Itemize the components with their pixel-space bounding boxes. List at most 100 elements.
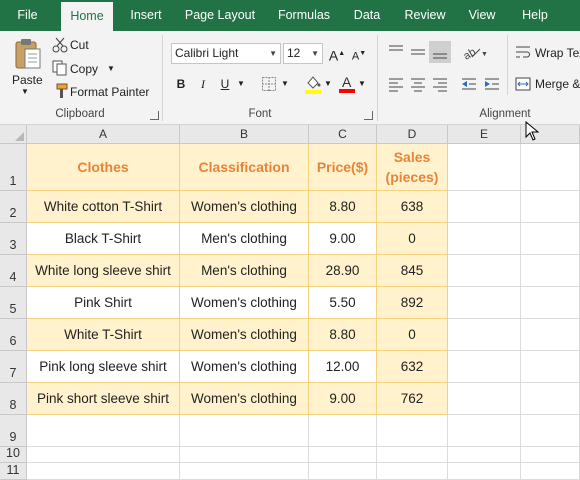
empty-cell[interactable] bbox=[309, 447, 377, 463]
empty-cell[interactable] bbox=[448, 351, 521, 383]
cut-icon[interactable] bbox=[52, 37, 68, 56]
empty-cell[interactable] bbox=[448, 415, 521, 447]
tab-data[interactable]: Data bbox=[345, 0, 389, 31]
empty-cell[interactable] bbox=[448, 447, 521, 463]
header-cell[interactable]: Sales (pieces) bbox=[377, 144, 448, 191]
empty-cell[interactable] bbox=[27, 447, 180, 463]
empty-cell[interactable] bbox=[448, 191, 521, 223]
fill-color-dropdown-icon[interactable]: ▼ bbox=[324, 79, 332, 88]
copy-icon[interactable] bbox=[52, 60, 68, 79]
shrink-font-button[interactable]: A▼ bbox=[350, 45, 368, 63]
column-header-d[interactable]: D bbox=[377, 125, 448, 144]
decrease-indent-icon[interactable] bbox=[460, 75, 478, 96]
empty-cell[interactable] bbox=[448, 287, 521, 319]
table-cell[interactable]: 9.00 bbox=[309, 223, 377, 255]
empty-cell[interactable] bbox=[448, 319, 521, 351]
empty-cell[interactable] bbox=[377, 415, 448, 447]
tab-help[interactable]: Help bbox=[514, 0, 556, 31]
font-launcher-icon[interactable] bbox=[364, 111, 373, 120]
table-cell[interactable]: Pink short sleeve shirt bbox=[27, 383, 180, 415]
table-cell[interactable]: 12.00 bbox=[309, 351, 377, 383]
align-right-icon[interactable] bbox=[431, 75, 449, 96]
merge-button[interactable]: Merge & bbox=[535, 77, 580, 91]
paste-icon[interactable] bbox=[13, 37, 43, 74]
table-cell[interactable]: White cotton T-Shirt bbox=[27, 191, 180, 223]
row-header-3[interactable]: 3 bbox=[0, 223, 27, 255]
tab-page-layout[interactable]: Page Layout bbox=[177, 0, 263, 31]
table-cell[interactable]: Men's clothing bbox=[180, 223, 309, 255]
tab-file[interactable]: File bbox=[0, 0, 55, 31]
font-size-combo[interactable]: 12 ▼ bbox=[283, 43, 323, 64]
row-header-10[interactable]: 10 bbox=[0, 446, 27, 463]
empty-cell[interactable] bbox=[521, 319, 580, 351]
tab-insert[interactable]: Insert bbox=[121, 0, 171, 31]
empty-cell[interactable] bbox=[309, 463, 377, 480]
empty-cell[interactable] bbox=[180, 463, 309, 480]
table-cell[interactable]: Men's clothing bbox=[180, 255, 309, 287]
empty-cell[interactable] bbox=[448, 383, 521, 415]
table-cell[interactable]: White long sleeve shirt bbox=[27, 255, 180, 287]
column-header-c[interactable]: C bbox=[309, 125, 377, 144]
empty-cell[interactable] bbox=[521, 191, 580, 223]
table-cell[interactable]: Women's clothing bbox=[180, 287, 309, 319]
align-bottom-icon[interactable] bbox=[429, 41, 451, 63]
underline-button[interactable]: U bbox=[216, 75, 234, 93]
wrap-text-icon[interactable] bbox=[515, 44, 531, 63]
empty-cell[interactable] bbox=[448, 463, 521, 480]
format-painter-button[interactable]: Format Painter bbox=[70, 85, 149, 99]
empty-cell[interactable] bbox=[521, 351, 580, 383]
row-header-6[interactable]: 6 bbox=[0, 319, 27, 351]
paste-button[interactable]: Paste bbox=[12, 73, 43, 87]
tab-review[interactable]: Review bbox=[397, 0, 453, 31]
column-header-a[interactable]: A bbox=[27, 125, 180, 144]
empty-cell[interactable] bbox=[521, 447, 580, 463]
empty-cell[interactable] bbox=[521, 383, 580, 415]
table-cell[interactable]: 9.00 bbox=[309, 383, 377, 415]
table-cell[interactable]: Black T-Shirt bbox=[27, 223, 180, 255]
paste-dropdown-icon[interactable]: ▼ bbox=[21, 87, 29, 96]
header-cell[interactable]: Clothes bbox=[27, 144, 180, 191]
table-cell[interactable]: 762 bbox=[377, 383, 448, 415]
merge-center-icon[interactable] bbox=[515, 76, 531, 95]
font-name-combo[interactable]: Calibri Light ▼ bbox=[171, 43, 281, 64]
table-cell[interactable]: Women's clothing bbox=[180, 191, 309, 223]
row-header-11[interactable]: 11 bbox=[0, 463, 27, 480]
format-painter-icon[interactable] bbox=[52, 83, 68, 102]
table-cell[interactable]: Pink Shirt bbox=[27, 287, 180, 319]
empty-cell[interactable] bbox=[180, 447, 309, 463]
table-cell[interactable]: 0 bbox=[377, 223, 448, 255]
empty-cell[interactable] bbox=[521, 144, 580, 191]
table-cell[interactable]: 5.50 bbox=[309, 287, 377, 319]
font-color-dropdown-icon[interactable]: ▼ bbox=[358, 79, 366, 88]
underline-dropdown-icon[interactable]: ▼ bbox=[237, 79, 245, 88]
table-cell[interactable]: White T-Shirt bbox=[27, 319, 180, 351]
table-cell[interactable]: 8.80 bbox=[309, 319, 377, 351]
column-header-b[interactable]: B bbox=[180, 125, 309, 144]
empty-cell[interactable] bbox=[448, 255, 521, 287]
row-header-4[interactable]: 4 bbox=[0, 255, 27, 287]
select-all-button[interactable] bbox=[0, 125, 27, 144]
copy-dropdown-icon[interactable]: ▼ bbox=[107, 64, 115, 73]
tab-home[interactable]: Home bbox=[61, 2, 113, 31]
empty-cell[interactable] bbox=[377, 447, 448, 463]
align-top-icon[interactable] bbox=[387, 43, 405, 64]
align-middle-icon[interactable] bbox=[409, 43, 427, 64]
empty-cell[interactable] bbox=[521, 287, 580, 319]
table-cell[interactable]: Women's clothing bbox=[180, 319, 309, 351]
row-header-7[interactable]: 7 bbox=[0, 351, 27, 383]
empty-cell[interactable] bbox=[180, 415, 309, 447]
empty-cell[interactable] bbox=[521, 223, 580, 255]
wrap-text-button[interactable]: Wrap Tex bbox=[535, 46, 580, 60]
empty-cell[interactable] bbox=[521, 415, 580, 447]
tab-view[interactable]: View bbox=[461, 0, 503, 31]
table-cell[interactable]: 632 bbox=[377, 351, 448, 383]
empty-cell[interactable] bbox=[309, 415, 377, 447]
borders-dropdown-icon[interactable]: ▼ bbox=[281, 79, 289, 88]
table-cell[interactable]: 638 bbox=[377, 191, 448, 223]
align-left-icon[interactable] bbox=[387, 75, 405, 96]
cut-button[interactable]: Cut bbox=[70, 38, 89, 52]
row-header-5[interactable]: 5 bbox=[0, 287, 27, 319]
table-cell[interactable]: 845 bbox=[377, 255, 448, 287]
empty-cell[interactable] bbox=[521, 463, 580, 480]
italic-button[interactable]: I bbox=[194, 75, 212, 93]
